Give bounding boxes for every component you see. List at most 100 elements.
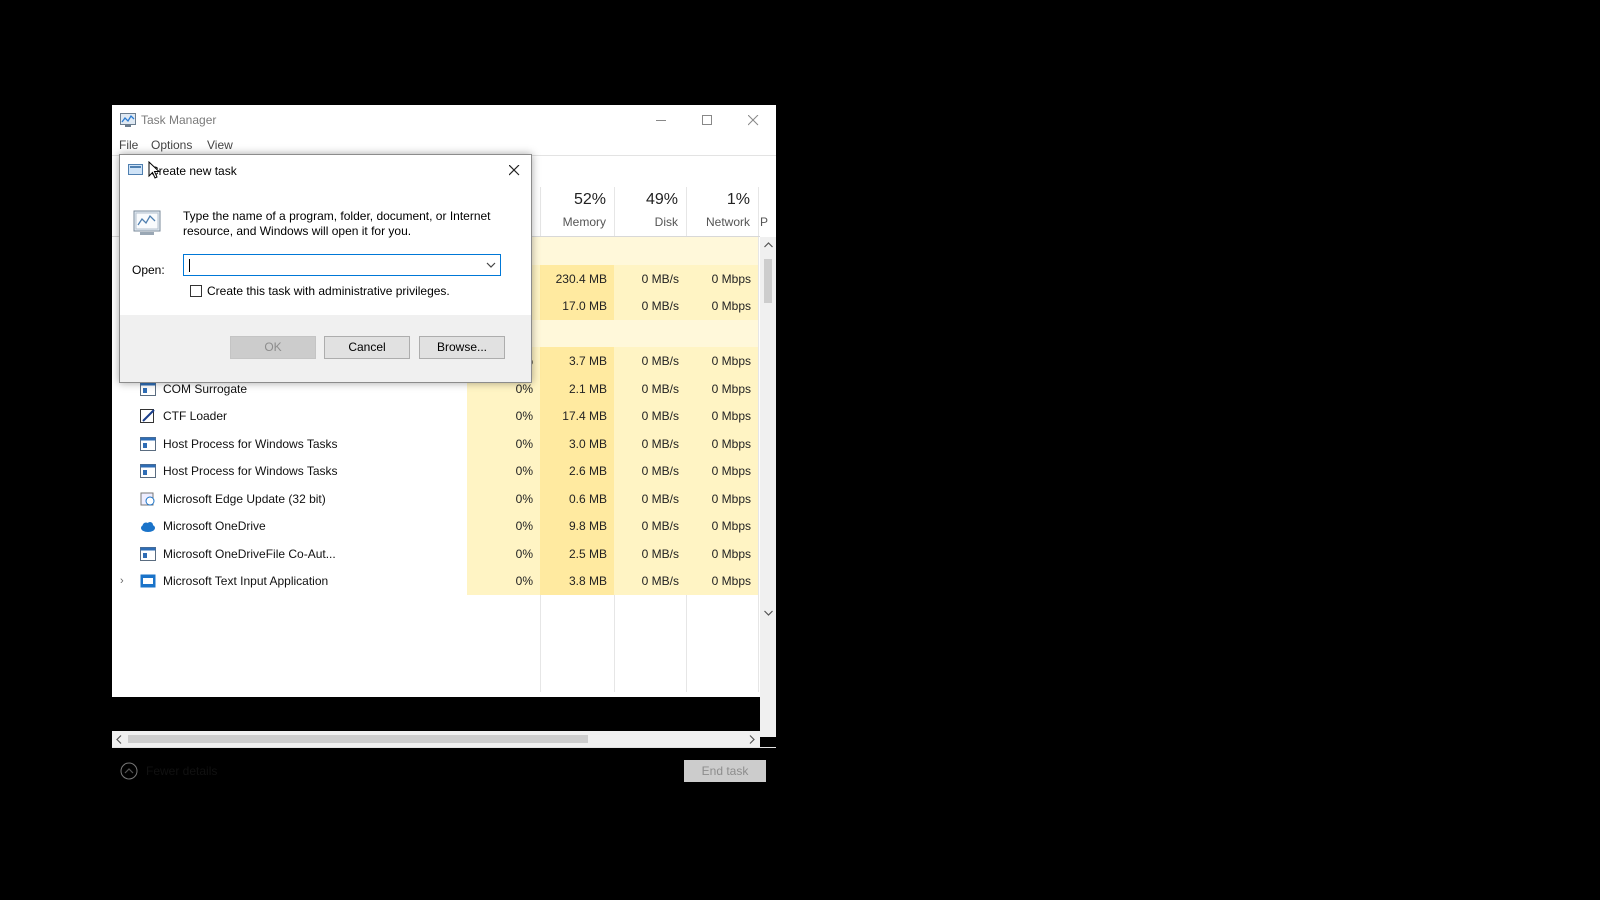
fewer-details-link[interactable]: Fewer details: [146, 764, 217, 778]
network-cell: 0 Mbps: [686, 402, 758, 430]
process-name: Microsoft OneDriveFile Co-Aut...: [163, 546, 336, 561]
run-dialog-icon: [128, 163, 144, 180]
menu-file[interactable]: File: [119, 138, 138, 152]
table-row[interactable]: Microsoft OneDrive 0% 9.8 MB 0 MB/s 0 Mbps: [112, 512, 760, 540]
window-title: Task Manager: [141, 113, 217, 127]
disk-cell: 0 MB/s: [614, 484, 686, 513]
process-name: Microsoft Text Input Application: [163, 574, 329, 588]
network-cell: 0 Mbps: [686, 539, 758, 568]
network-usage-total: 1%: [726, 191, 750, 208]
open-label: Open:: [132, 263, 165, 277]
memory-cell: 2.1 MB: [540, 374, 614, 403]
column-header-network[interactable]: 1% Network: [686, 187, 758, 237]
cancel-button[interactable]: Cancel: [324, 336, 410, 359]
process-name: Microsoft Edge Update (32 bit): [163, 491, 326, 506]
power-column-label: P: [760, 215, 769, 229]
disk-cell: 0 MB/s: [614, 374, 686, 403]
cloud-icon: [140, 519, 156, 533]
close-button[interactable]: [730, 105, 776, 135]
create-new-task-dialog: Create new task Type the name of a progr…: [119, 154, 532, 383]
title-bar[interactable]: Task Manager: [112, 105, 776, 135]
menu-bar: File Options View: [112, 135, 776, 155]
table-row[interactable]: CTF Loader 0% 17.4 MB 0 MB/s 0 Mbps: [112, 402, 760, 430]
cpu-cell: 0%: [467, 512, 540, 540]
horizontal-scroll-thumb[interactable]: [128, 735, 588, 743]
memory-cell: 9.8 MB: [540, 512, 614, 540]
memory-cell: 3.0 MB: [540, 429, 614, 458]
process-name: Host Process for Windows Tasks: [163, 436, 338, 451]
memory-usage-total: 52%: [573, 191, 606, 208]
memory-cell: [540, 237, 614, 265]
disk-column-label: Disk: [654, 215, 678, 229]
table-row[interactable]: Microsoft OneDriveFile Co-Aut... 0% 2.5 MB…: [112, 539, 760, 568]
maximize-button[interactable]: [684, 105, 730, 135]
chevron-down-icon[interactable]: [485, 259, 497, 274]
table-row[interactable]: Host Process for Windows Tasks 0% 2.6 MB 0 …: [112, 457, 760, 485]
dialog-body: Type the name of a program, folder, docu…: [120, 187, 531, 315]
network-cell: 0 Mbps: [686, 484, 758, 513]
disk-cell: [614, 237, 686, 265]
footer: Fewer details End task: [112, 747, 776, 798]
app-window-icon: [140, 546, 156, 561]
disk-cell: 0 MB/s: [614, 539, 686, 568]
app-window-icon: [140, 464, 156, 478]
dialog-close-button[interactable]: [503, 159, 525, 181]
memory-cell: 230.4 MB: [540, 264, 614, 293]
disk-cell: 0 MB/s: [614, 457, 686, 485]
cpu-cell: 0%: [467, 484, 540, 513]
vertical-scroll-thumb[interactable]: [764, 259, 772, 303]
cpu-cell: 0%: [467, 567, 540, 595]
process-name: Host Process for Windows Tasks: [163, 464, 338, 478]
update-icon: [140, 492, 156, 506]
chevron-right-icon[interactable]: ›: [120, 575, 124, 587]
disk-cell: 0 MB/s: [614, 264, 686, 293]
memory-cell: 3.8 MB: [540, 567, 614, 595]
network-cell: 0 Mbps: [686, 512, 758, 540]
process-name: CTF Loader: [163, 409, 228, 423]
network-cell: 0 Mbps: [686, 429, 758, 458]
menu-view[interactable]: View: [207, 138, 233, 152]
disk-cell: 0 MB/s: [614, 402, 686, 430]
app-window-icon: [140, 381, 156, 396]
network-cell: [686, 319, 758, 348]
disk-cell: 0 MB/s: [614, 429, 686, 458]
disk-cell: 0 MB/s: [614, 292, 686, 320]
open-combobox[interactable]: [183, 254, 501, 276]
chevron-up-circle-icon[interactable]: [120, 762, 138, 783]
network-cell: 0 Mbps: [686, 457, 758, 485]
cpu-cell: 0%: [467, 402, 540, 430]
disk-cell: [614, 319, 686, 348]
menu-options[interactable]: Options: [151, 138, 192, 152]
table-row[interactable]: › Microsoft Text Input Application 0% 3.8 M…: [112, 567, 760, 595]
cpu-cell: 0%: [467, 429, 540, 458]
cpu-cell: 0%: [467, 457, 540, 485]
table-row[interactable]: Microsoft Edge Update (32 bit) 0% 0.6 MB 0 …: [112, 484, 760, 513]
process-name: Microsoft OneDrive: [163, 519, 266, 533]
task-manager-icon: [120, 113, 136, 127]
network-cell: 0 Mbps: [686, 264, 758, 293]
ok-button[interactable]: OK: [230, 336, 316, 359]
end-task-button[interactable]: End task: [684, 760, 766, 782]
memory-cell: [540, 319, 614, 348]
keyboard-icon: [140, 574, 156, 588]
memory-cell: 2.5 MB: [540, 539, 614, 568]
disk-cell: 0 MB/s: [614, 347, 686, 375]
memory-column-label: Memory: [562, 215, 606, 229]
app-window-icon: [140, 436, 156, 451]
text-caret: [189, 259, 190, 272]
minimize-button[interactable]: [638, 105, 684, 135]
column-header-power[interactable]: P: [758, 187, 776, 237]
column-header-memory[interactable]: 52% Memory: [540, 187, 614, 237]
horizontal-scrollbar[interactable]: [112, 731, 760, 747]
admin-privileges-checkbox[interactable]: [190, 285, 202, 297]
memory-cell: 3.7 MB: [540, 347, 614, 375]
vertical-scrollbar[interactable]: [760, 237, 776, 737]
network-cell: 0 Mbps: [686, 347, 758, 375]
browse-button[interactable]: Browse...: [419, 336, 505, 359]
admin-privileges-label[interactable]: Create this task with administrative pri…: [207, 284, 450, 298]
column-header-disk[interactable]: 49% Disk: [614, 187, 686, 237]
network-cell: 0 Mbps: [686, 374, 758, 403]
memory-cell: 17.4 MB: [540, 402, 614, 430]
memory-cell: 17.0 MB: [540, 292, 614, 320]
table-row[interactable]: Host Process for Windows Tasks 0% 3.0 MB 0 …: [112, 429, 760, 458]
